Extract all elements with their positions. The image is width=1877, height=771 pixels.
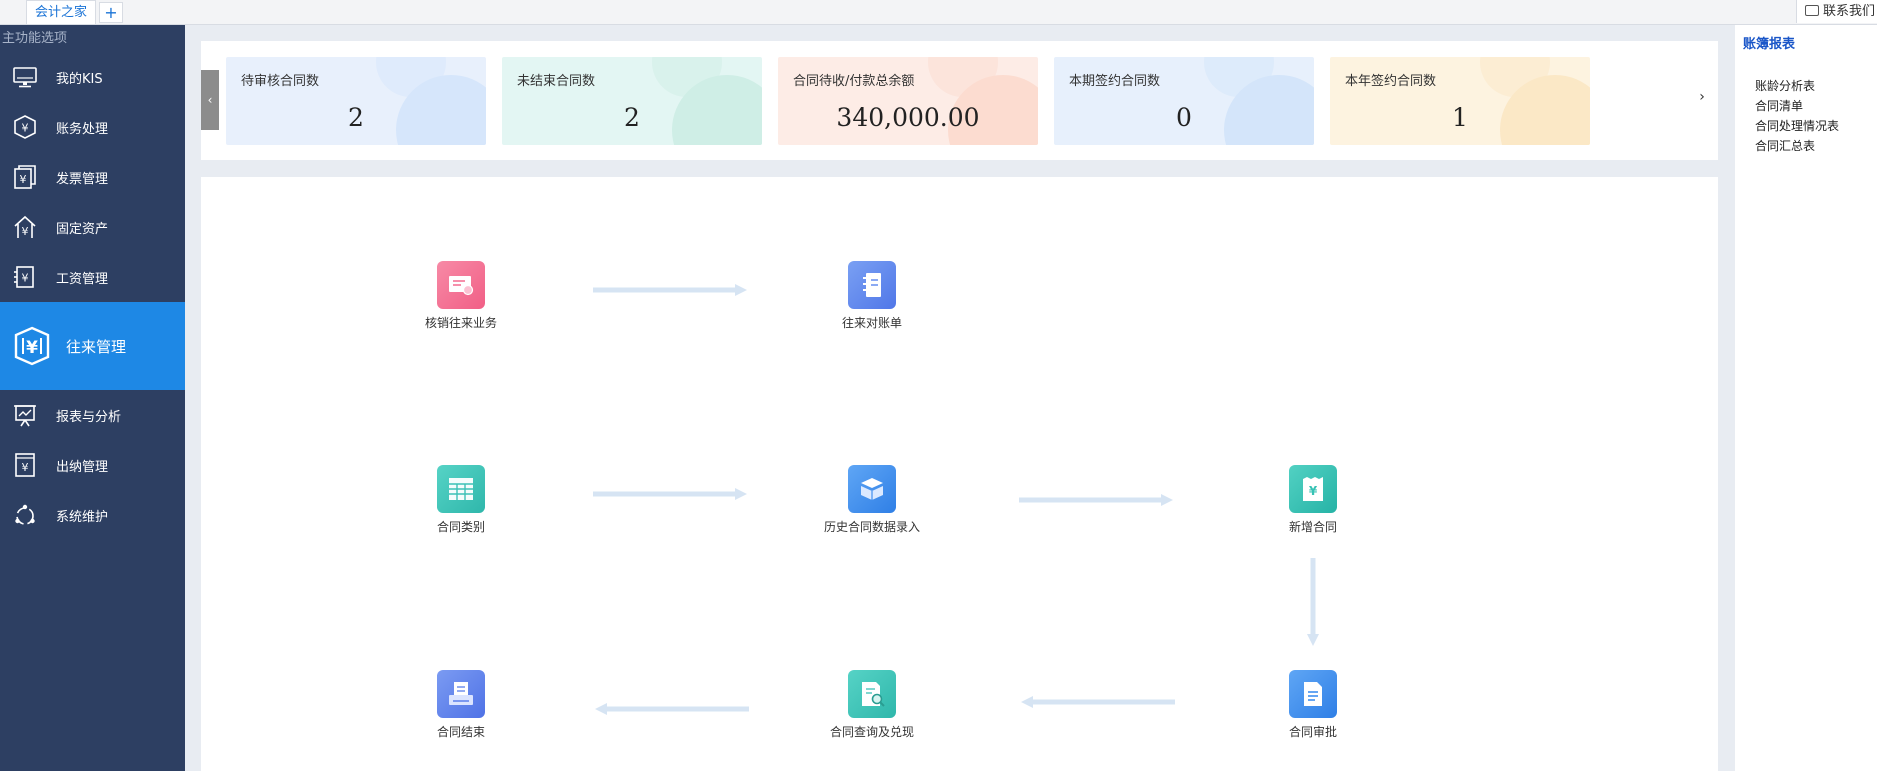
flow-node-approval[interactable]: 合同审批 — [1253, 670, 1373, 740]
sidebar-item-reports[interactable]: 报表与分析 — [0, 390, 185, 440]
stat-card-year-signed[interactable]: 本年签约合同数 1 — [1330, 57, 1590, 145]
flow-node-label: 合同类别 — [436, 520, 485, 534]
box-stack-icon — [848, 465, 896, 513]
tab-accounting-home[interactable]: 会计之家 — [26, 0, 97, 24]
tab-bar: 会计之家 + 联系我们 — [0, 0, 1877, 25]
flow-arrow-right — [593, 488, 747, 500]
stat-label: 未结束合同数 — [517, 74, 596, 89]
ledger-icon: ¥ — [12, 114, 38, 140]
document-icon — [1289, 670, 1337, 718]
stat-card-period-signed[interactable]: 本期签约合同数 0 — [1054, 57, 1314, 145]
flow-node-contract-end[interactable]: 合同结束 — [401, 670, 521, 740]
flow-node-label: 往来对账单 — [841, 316, 902, 330]
sidebar-item-my-kis[interactable]: 我的KIS — [0, 52, 185, 102]
sidebar-item-cashier[interactable]: ¥ 出纳管理 — [0, 440, 185, 490]
payroll-icon: ¥ — [12, 264, 38, 290]
summary-panel: ‹ 待审核合同数 2 未结束合同数 2 合同待收/付款总余额 340,000.0… — [201, 41, 1718, 160]
stat-value: 1 — [1452, 103, 1468, 132]
flow-arrow-down — [1307, 558, 1319, 646]
sidebar-item-label: 工资管理 — [56, 271, 109, 287]
flow-node-label: 核销往来业务 — [424, 316, 497, 330]
sidebar-header: 主功能选项 — [2, 31, 68, 46]
sidebar-item-label: 出纳管理 — [56, 459, 109, 475]
maintenance-icon — [12, 502, 38, 528]
contact-us-label: 联系我们 — [1823, 4, 1876, 19]
stat-card-unfinished[interactable]: 未结束合同数 2 — [502, 57, 762, 145]
sidebar-item-fixed-assets[interactable]: ¥ 固定资产 — [0, 202, 185, 252]
chat-icon — [1805, 5, 1819, 16]
sidebar-item-receivables[interactable]: ¥ 往来管理 — [0, 302, 185, 390]
stat-card-balance[interactable]: 合同待收/付款总余额 340,000.00 — [778, 57, 1038, 145]
yen-document-icon: ¥ — [1289, 465, 1337, 513]
carousel-next-button[interactable]: › — [1696, 89, 1708, 109]
svg-text:¥: ¥ — [1309, 484, 1318, 498]
stat-value: 0 — [1176, 103, 1192, 132]
sidebar-item-label: 固定资产 — [56, 221, 109, 237]
carousel-prev-button[interactable]: ‹ — [201, 70, 219, 130]
flow-node-query-fulfill[interactable]: 合同查询及兑现 — [812, 670, 932, 740]
yen-shield-icon: ¥ — [12, 326, 52, 366]
sidebar: 主功能选项 我的KIS ¥ 账务处理 ¥ 发票管理 ¥ 固定资产 ¥ 工资管理 … — [0, 25, 185, 771]
certificate-icon — [437, 261, 485, 309]
sidebar-item-payroll[interactable]: ¥ 工资管理 — [0, 252, 185, 302]
printer-icon — [437, 670, 485, 718]
contact-us-button[interactable]: 联系我们 — [1796, 0, 1877, 23]
flow-arrow-right — [1019, 494, 1173, 506]
report-link-processing-status[interactable]: 合同处理情况表 — [1755, 116, 1839, 136]
invoice-icon: ¥ — [12, 164, 38, 190]
flow-node-category[interactable]: 合同类别 — [401, 465, 521, 535]
flow-node-label: 合同结束 — [436, 725, 485, 739]
report-link-contract-list[interactable]: 合同清单 — [1755, 96, 1839, 116]
spreadsheet-icon — [437, 465, 485, 513]
stat-value: 2 — [624, 103, 640, 132]
flow-arrow-left — [595, 703, 749, 715]
stat-label: 本期签约合同数 — [1069, 74, 1161, 89]
stat-value: 340,000.00 — [836, 103, 980, 132]
sidebar-item-label: 往来管理 — [66, 337, 127, 356]
sidebar-item-label: 账务处理 — [56, 121, 109, 137]
flow-arrow-right — [593, 284, 747, 296]
flow-node-new-contract[interactable]: ¥ 新增合同 — [1253, 465, 1373, 535]
reports-list: 账龄分析表 合同清单 合同处理情况表 合同汇总表 — [1755, 76, 1839, 156]
flow-node-label: 历史合同数据录入 — [823, 520, 920, 534]
sidebar-item-accounting[interactable]: ¥ 账务处理 — [0, 102, 185, 152]
chart-board-icon — [12, 402, 38, 428]
reports-panel-title: 账簿报表 — [1743, 37, 1796, 52]
monitor-icon — [12, 64, 38, 90]
flow-node-label: 合同查询及兑现 — [829, 725, 914, 739]
notebook-icon — [848, 261, 896, 309]
reports-panel: 账簿报表 账龄分析表 合同清单 合同处理情况表 合同汇总表 — [1735, 25, 1877, 771]
add-tab-button[interactable]: + — [99, 2, 123, 23]
svg-text:¥: ¥ — [22, 225, 29, 238]
flow-node-statement[interactable]: 往来对账单 — [812, 261, 932, 331]
svg-text:¥: ¥ — [20, 173, 27, 186]
stat-label: 合同待收/付款总余额 — [793, 74, 915, 89]
svg-text:¥: ¥ — [22, 272, 29, 285]
stat-value: 2 — [348, 103, 364, 132]
flow-node-history-entry[interactable]: 历史合同数据录入 — [812, 465, 932, 535]
svg-text:¥: ¥ — [22, 461, 29, 474]
report-link-aging[interactable]: 账龄分析表 — [1755, 76, 1839, 96]
stat-label: 本年签约合同数 — [1345, 74, 1437, 89]
report-link-contract-summary[interactable]: 合同汇总表 — [1755, 136, 1839, 156]
flow-arrow-left — [1021, 696, 1175, 708]
flow-node-writeoff[interactable]: 核销往来业务 — [401, 261, 521, 331]
sidebar-item-label: 我的KIS — [56, 71, 103, 87]
stat-label: 待审核合同数 — [241, 74, 320, 89]
flow-node-label: 合同审批 — [1288, 725, 1337, 739]
sidebar-item-label: 发票管理 — [56, 171, 109, 187]
cashier-icon: ¥ — [12, 452, 38, 478]
sidebar-item-label: 报表与分析 — [56, 409, 122, 425]
search-document-icon — [848, 670, 896, 718]
contract-flow-diagram: 核销往来业务 往来对账单 合同类别 历史合同数据录入 ¥ 新增合同 合同结束 合… — [201, 177, 1718, 771]
stat-card-pending-review[interactable]: 待审核合同数 2 — [226, 57, 486, 145]
svg-text:¥: ¥ — [26, 338, 38, 358]
sidebar-item-label: 系统维护 — [56, 509, 109, 525]
sidebar-item-invoice[interactable]: ¥ 发票管理 — [0, 152, 185, 202]
sidebar-item-system[interactable]: 系统维护 — [0, 490, 185, 540]
house-yen-icon: ¥ — [12, 214, 38, 240]
svg-text:¥: ¥ — [22, 122, 29, 135]
flow-node-label: 新增合同 — [1288, 520, 1337, 534]
